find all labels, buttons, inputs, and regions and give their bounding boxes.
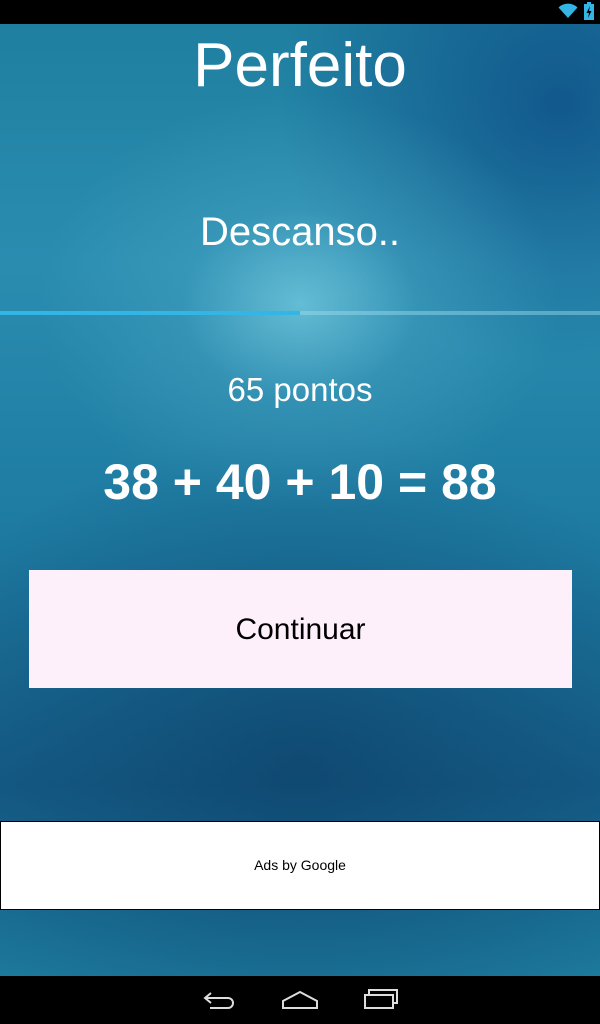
continue-button[interactable]: Continuar xyxy=(29,570,572,688)
rest-progress-bar xyxy=(0,311,600,315)
ad-banner[interactable]: Ads by Google xyxy=(0,821,600,910)
recent-apps-icon[interactable] xyxy=(361,986,401,1014)
rest-status-text: Descanso.. xyxy=(199,210,401,254)
back-icon[interactable] xyxy=(200,986,240,1014)
wifi-icon xyxy=(558,3,578,19)
page-title: Perfeito xyxy=(193,31,407,100)
home-icon[interactable] xyxy=(280,986,320,1014)
app-screen: Perfeito Descanso.. 65 pontos 38 + 40 + … xyxy=(0,0,600,1024)
battery-charging-icon xyxy=(584,2,594,20)
ad-label: Ads by Google xyxy=(254,857,346,873)
status-bar xyxy=(0,0,600,24)
rest-progress-fill xyxy=(0,311,300,315)
navigation-bar xyxy=(0,976,600,1024)
score-equation: 38 + 40 + 10 = 88 xyxy=(103,454,497,510)
points-text: 65 pontos xyxy=(227,371,373,408)
